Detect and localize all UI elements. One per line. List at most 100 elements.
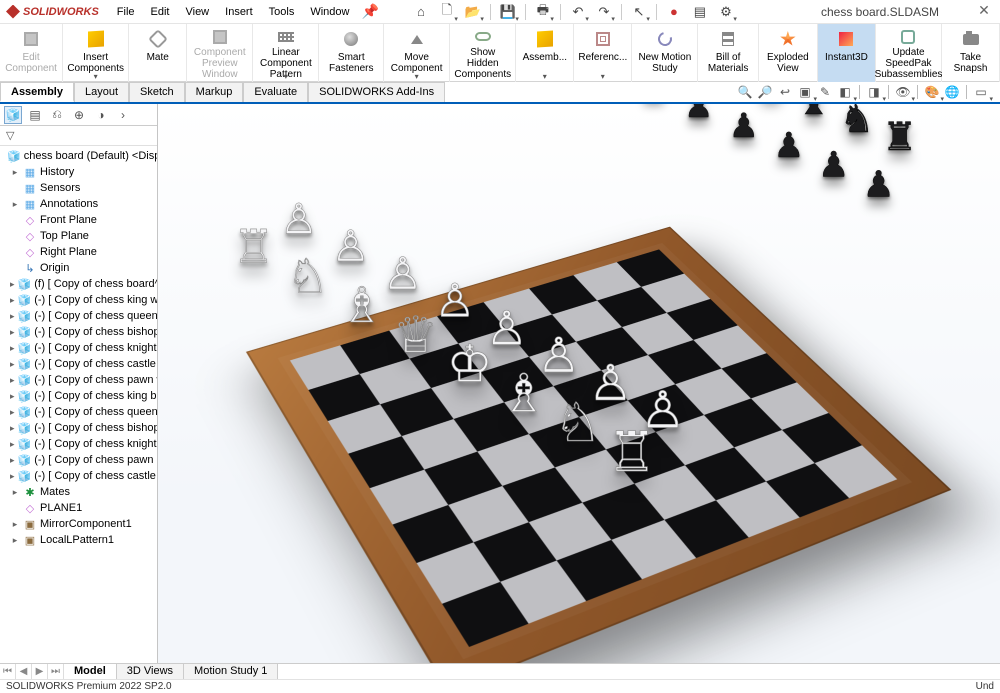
tab-layout[interactable]: Layout: [74, 82, 129, 102]
tree-item[interactable]: ▸🧊(-) [ Copy of chess queen b: [2, 404, 157, 420]
tab-markup[interactable]: Markup: [185, 82, 244, 102]
tree-item[interactable]: ▸🧊(-) [ Copy of chess pawn bl: [2, 452, 157, 468]
rib-exploded-view[interactable]: Exploded View: [759, 24, 818, 82]
rib-linear-component-pattern[interactable]: Linear Component Pattern: [253, 24, 319, 82]
tree-twisty-icon[interactable]: ▸: [10, 439, 15, 450]
tree-item[interactable]: ▸🧊(-) [ Copy of chess knight w: [2, 340, 157, 356]
qat-undo-icon[interactable]: ↶: [566, 2, 590, 22]
tab-assembly[interactable]: Assembly: [0, 82, 74, 102]
pin-icon[interactable]: 📌: [361, 3, 378, 20]
zoom-area-icon[interactable]: 🔎: [756, 83, 774, 101]
tree-item[interactable]: ▸🧊(-) [ Copy of chess castle bl: [2, 468, 157, 484]
ft-tab-featuremanager-icon[interactable]: 🧊: [4, 106, 22, 124]
rib-take-snapshot[interactable]: Take Snapsh: [942, 24, 1000, 82]
tree-item[interactable]: ▸🧊(-) [ Copy of chess castle w: [2, 356, 157, 372]
tree-twisty-icon[interactable]: ▸: [10, 375, 15, 386]
menu-file[interactable]: File: [109, 3, 143, 21]
tree-item[interactable]: ▦Sensors: [2, 180, 157, 196]
tab-evaluate[interactable]: Evaluate: [243, 82, 308, 102]
tree-item[interactable]: ◇Top Plane: [2, 228, 157, 244]
dynamic-mirror-icon[interactable]: ✎: [816, 83, 834, 101]
rib-mate[interactable]: Mate: [129, 24, 187, 82]
bottom-tab-model[interactable]: Model: [64, 664, 117, 679]
tree-item[interactable]: ▸🧊(-) [ Copy of chess king bla: [2, 388, 157, 404]
tree-twisty-icon[interactable]: ▸: [10, 343, 15, 354]
tab-sketch[interactable]: Sketch: [129, 82, 185, 102]
tree-twisty-icon[interactable]: ▸: [10, 407, 15, 418]
tree-item[interactable]: ▸🧊(-) [ Copy of chess pawn wh: [2, 372, 157, 388]
tree-twisty-icon[interactable]: ▸: [10, 311, 15, 322]
view-orientation-icon[interactable]: ◧: [836, 83, 854, 101]
qat-rebuild-icon[interactable]: ●: [662, 2, 686, 22]
qat-settings-icon[interactable]: ⚙: [714, 2, 738, 22]
tab-nav-last-icon[interactable]: ⏭: [48, 664, 64, 679]
tree-twisty-icon[interactable]: ▸: [10, 487, 20, 498]
tree-item[interactable]: ▸🧊(-) [ Copy of chess king whi: [2, 292, 157, 308]
previous-view-icon[interactable]: ↩: [776, 83, 794, 101]
ft-tab-dimxpert-icon[interactable]: ⊕: [70, 106, 88, 124]
qat-save-icon[interactable]: 💾: [496, 2, 520, 22]
tree-item[interactable]: ▸🧊(-) [ Copy of chess knight b: [2, 436, 157, 452]
tree-item[interactable]: ▸▣MirrorComponent1: [2, 516, 157, 532]
ft-tab-propertymanager-icon[interactable]: ▤: [26, 106, 44, 124]
rib-show-hidden-components[interactable]: Show Hidden Components: [450, 24, 516, 82]
tree-item[interactable]: ◇PLANE1: [2, 500, 157, 516]
rib-instant3d[interactable]: Instant3D: [818, 24, 876, 82]
tree-twisty-icon[interactable]: ▸: [10, 471, 15, 482]
ft-tab-configmanager-icon[interactable]: ⎌: [48, 106, 66, 124]
hide-show-icon[interactable]: 👁: [894, 83, 912, 101]
appearance-icon[interactable]: 🎨: [923, 83, 941, 101]
tree-twisty-icon[interactable]: ▸: [10, 327, 15, 338]
qat-open-icon[interactable]: 📂: [461, 2, 485, 22]
bottom-tab-motionstudy[interactable]: Motion Study 1: [184, 664, 278, 679]
rib-new-motion-study[interactable]: New Motion Study: [632, 24, 698, 82]
qat-options-icon[interactable]: ▤: [688, 2, 712, 22]
qat-home-icon[interactable]: ⌂: [409, 2, 433, 22]
tree-item[interactable]: ▸🧊(-) [ Copy of chess bishop v: [2, 324, 157, 340]
tree-item[interactable]: ▸▦Annotations: [2, 196, 157, 212]
qat-redo-icon[interactable]: ↷: [592, 2, 616, 22]
qat-print-icon[interactable]: 🖶: [531, 2, 555, 22]
tab-addins[interactable]: SOLIDWORKS Add-Ins: [308, 82, 445, 102]
tree-twisty-icon[interactable]: ▸: [10, 455, 15, 466]
tree-twisty-icon[interactable]: ▸: [10, 279, 15, 290]
tree-item[interactable]: ▸✱Mates: [2, 484, 157, 500]
tree-item[interactable]: ▸🧊(f) [ Copy of chess board^c: [2, 276, 157, 292]
rib-reference-geometry[interactable]: Referenc...: [574, 24, 632, 82]
tree-twisty-icon[interactable]: ▸: [10, 535, 20, 546]
rib-insert-components[interactable]: Insert Components: [63, 24, 129, 82]
qat-new-icon[interactable]: 🗋: [435, 2, 459, 22]
tree-item[interactable]: ▸🧊(-) [ Copy of chess bishop b: [2, 420, 157, 436]
tab-nav-next-icon[interactable]: ▶: [32, 664, 48, 679]
menu-edit[interactable]: Edit: [143, 3, 178, 21]
tree-item[interactable]: ▸🧊(-) [ Copy of chess queen w: [2, 308, 157, 324]
qat-select-icon[interactable]: ↖: [627, 2, 651, 22]
window-close-icon[interactable]: ✕: [974, 2, 994, 20]
tree-item[interactable]: ◇Front Plane: [2, 212, 157, 228]
section-view-icon[interactable]: ▣: [796, 83, 814, 101]
tree-twisty-icon[interactable]: ▸: [10, 199, 20, 210]
tree-item[interactable]: ↳Origin: [2, 260, 157, 276]
tree-item[interactable]: ▸▣LocalLPattern1: [2, 532, 157, 548]
tree-item[interactable]: ▸▦History: [2, 164, 157, 180]
tree-twisty-icon[interactable]: ▸: [10, 391, 15, 402]
ft-tab-more-icon[interactable]: ›: [114, 106, 132, 124]
display-style-icon[interactable]: ◨: [865, 83, 883, 101]
rib-update-speedpak[interactable]: Update SpeedPak Subassemblies: [876, 24, 942, 82]
tree-twisty-icon[interactable]: ▸: [10, 167, 20, 178]
feature-filter[interactable]: ▽: [0, 126, 157, 146]
rib-smart-fasteners[interactable]: Smart Fasteners: [319, 24, 384, 82]
rib-move-component[interactable]: Move Component: [384, 24, 450, 82]
tree-root[interactable]: 🧊 chess board (Default) <Display: [2, 148, 157, 164]
tree-twisty-icon[interactable]: ▸: [10, 359, 15, 370]
menu-view[interactable]: View: [177, 3, 217, 21]
menu-insert[interactable]: Insert: [217, 3, 261, 21]
rib-assembly-features[interactable]: Assemb...: [516, 24, 574, 82]
menu-window[interactable]: Window: [302, 3, 357, 21]
scene-icon[interactable]: 🌐: [943, 83, 961, 101]
bottom-tab-3dviews[interactable]: 3D Views: [117, 664, 184, 679]
tab-nav-first-icon[interactable]: ⏮: [0, 664, 16, 679]
tree-twisty-icon[interactable]: ▸: [10, 295, 15, 306]
rib-bill-of-materials[interactable]: Bill of Materials: [698, 24, 758, 82]
zoom-fit-icon[interactable]: 🔍: [736, 83, 754, 101]
